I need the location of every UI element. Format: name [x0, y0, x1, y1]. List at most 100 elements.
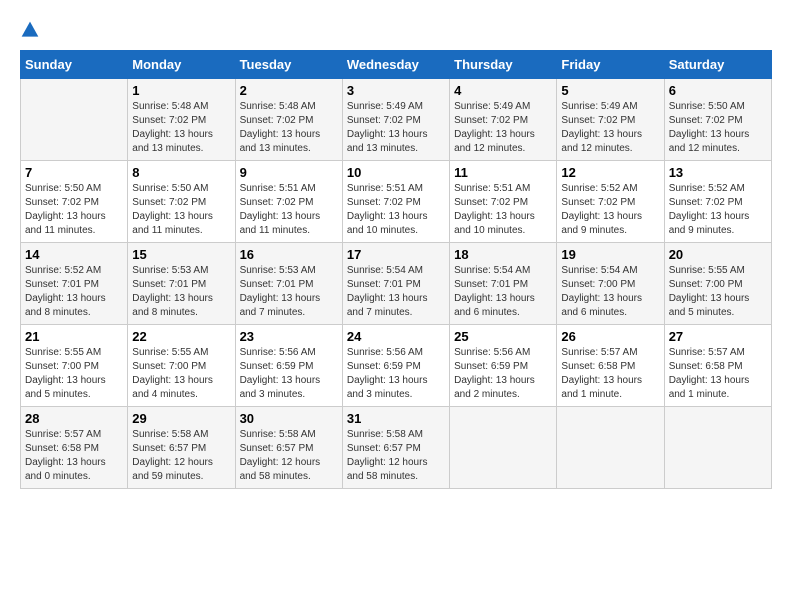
calendar-cell: 29 Sunrise: 5:58 AM Sunset: 6:57 PM Dayli… [128, 407, 235, 489]
day-info: Sunrise: 5:53 AM Sunset: 7:01 PM Dayligh… [132, 264, 230, 320]
day-info: Sunrise: 5:57 AM Sunset: 6:58 PM Dayligh… [669, 346, 767, 402]
day-number: 12 [561, 165, 659, 180]
day-info: Sunrise: 5:48 AM Sunset: 7:02 PM Dayligh… [240, 100, 338, 156]
day-info: Sunrise: 5:54 AM Sunset: 7:01 PM Dayligh… [454, 264, 552, 320]
day-header-wednesday: Wednesday [342, 51, 449, 79]
day-info: Sunrise: 5:49 AM Sunset: 7:02 PM Dayligh… [347, 100, 445, 156]
page-header [20, 20, 772, 40]
day-info: Sunrise: 5:56 AM Sunset: 6:59 PM Dayligh… [240, 346, 338, 402]
calendar-cell: 26 Sunrise: 5:57 AM Sunset: 6:58 PM Dayli… [557, 325, 664, 407]
day-info: Sunrise: 5:52 AM Sunset: 7:02 PM Dayligh… [669, 182, 767, 238]
day-number: 17 [347, 247, 445, 262]
calendar-cell: 6 Sunrise: 5:50 AM Sunset: 7:02 PM Daylig… [664, 79, 771, 161]
day-number: 28 [25, 411, 123, 426]
calendar-cell [450, 407, 557, 489]
calendar-cell: 4 Sunrise: 5:49 AM Sunset: 7:02 PM Daylig… [450, 79, 557, 161]
calendar-cell: 30 Sunrise: 5:58 AM Sunset: 6:57 PM Dayli… [235, 407, 342, 489]
calendar-cell: 8 Sunrise: 5:50 AM Sunset: 7:02 PM Daylig… [128, 161, 235, 243]
calendar-table: SundayMondayTuesdayWednesdayThursdayFrid… [20, 50, 772, 489]
calendar-cell: 9 Sunrise: 5:51 AM Sunset: 7:02 PM Daylig… [235, 161, 342, 243]
day-number: 25 [454, 329, 552, 344]
day-number: 19 [561, 247, 659, 262]
calendar-week-row: 1 Sunrise: 5:48 AM Sunset: 7:02 PM Daylig… [21, 79, 772, 161]
day-info: Sunrise: 5:55 AM Sunset: 7:00 PM Dayligh… [25, 346, 123, 402]
calendar-cell: 23 Sunrise: 5:56 AM Sunset: 6:59 PM Dayli… [235, 325, 342, 407]
calendar-cell: 21 Sunrise: 5:55 AM Sunset: 7:00 PM Dayli… [21, 325, 128, 407]
day-number: 3 [347, 83, 445, 98]
calendar-cell: 1 Sunrise: 5:48 AM Sunset: 7:02 PM Daylig… [128, 79, 235, 161]
calendar-cell [557, 407, 664, 489]
day-info: Sunrise: 5:55 AM Sunset: 7:00 PM Dayligh… [669, 264, 767, 320]
calendar-cell: 28 Sunrise: 5:57 AM Sunset: 6:58 PM Dayli… [21, 407, 128, 489]
day-number: 30 [240, 411, 338, 426]
calendar-cell: 17 Sunrise: 5:54 AM Sunset: 7:01 PM Dayli… [342, 243, 449, 325]
day-number: 26 [561, 329, 659, 344]
calendar-cell: 25 Sunrise: 5:56 AM Sunset: 6:59 PM Dayli… [450, 325, 557, 407]
day-number: 22 [132, 329, 230, 344]
calendar-cell: 15 Sunrise: 5:53 AM Sunset: 7:01 PM Dayli… [128, 243, 235, 325]
calendar-cell: 16 Sunrise: 5:53 AM Sunset: 7:01 PM Dayli… [235, 243, 342, 325]
day-header-monday: Monday [128, 51, 235, 79]
calendar-cell: 13 Sunrise: 5:52 AM Sunset: 7:02 PM Dayli… [664, 161, 771, 243]
day-info: Sunrise: 5:55 AM Sunset: 7:00 PM Dayligh… [132, 346, 230, 402]
day-info: Sunrise: 5:52 AM Sunset: 7:01 PM Dayligh… [25, 264, 123, 320]
logo [20, 20, 48, 40]
day-number: 18 [454, 247, 552, 262]
day-info: Sunrise: 5:58 AM Sunset: 6:57 PM Dayligh… [132, 428, 230, 484]
day-number: 9 [240, 165, 338, 180]
calendar-cell [664, 407, 771, 489]
day-info: Sunrise: 5:49 AM Sunset: 7:02 PM Dayligh… [561, 100, 659, 156]
day-info: Sunrise: 5:53 AM Sunset: 7:01 PM Dayligh… [240, 264, 338, 320]
day-number: 21 [25, 329, 123, 344]
day-info: Sunrise: 5:57 AM Sunset: 6:58 PM Dayligh… [561, 346, 659, 402]
day-number: 4 [454, 83, 552, 98]
day-header-thursday: Thursday [450, 51, 557, 79]
day-info: Sunrise: 5:58 AM Sunset: 6:57 PM Dayligh… [240, 428, 338, 484]
day-number: 2 [240, 83, 338, 98]
calendar-cell [21, 79, 128, 161]
calendar-week-row: 28 Sunrise: 5:57 AM Sunset: 6:58 PM Dayli… [21, 407, 772, 489]
day-info: Sunrise: 5:51 AM Sunset: 7:02 PM Dayligh… [454, 182, 552, 238]
calendar-cell: 27Sunrise: 5:57 AM Sunset: 6:58 PM Dayli… [664, 325, 771, 407]
day-info: Sunrise: 5:49 AM Sunset: 7:02 PM Dayligh… [454, 100, 552, 156]
day-number: 29 [132, 411, 230, 426]
day-number: 1 [132, 83, 230, 98]
day-info: Sunrise: 5:51 AM Sunset: 7:02 PM Dayligh… [347, 182, 445, 238]
calendar-cell: 10 Sunrise: 5:51 AM Sunset: 7:02 PM Dayli… [342, 161, 449, 243]
day-info: Sunrise: 5:50 AM Sunset: 7:02 PM Dayligh… [132, 182, 230, 238]
calendar-header-row: SundayMondayTuesdayWednesdayThursdayFrid… [21, 51, 772, 79]
calendar-week-row: 14Sunrise: 5:52 AM Sunset: 7:01 PM Dayli… [21, 243, 772, 325]
day-info: Sunrise: 5:54 AM Sunset: 7:01 PM Dayligh… [347, 264, 445, 320]
calendar-cell: 3 Sunrise: 5:49 AM Sunset: 7:02 PM Daylig… [342, 79, 449, 161]
day-info: Sunrise: 5:57 AM Sunset: 6:58 PM Dayligh… [25, 428, 123, 484]
day-number: 15 [132, 247, 230, 262]
calendar-cell: 14Sunrise: 5:52 AM Sunset: 7:01 PM Dayli… [21, 243, 128, 325]
day-info: Sunrise: 5:56 AM Sunset: 6:59 PM Dayligh… [454, 346, 552, 402]
day-number: 8 [132, 165, 230, 180]
day-number: 13 [669, 165, 767, 180]
calendar-week-row: 21 Sunrise: 5:55 AM Sunset: 7:00 PM Dayli… [21, 325, 772, 407]
day-number: 5 [561, 83, 659, 98]
day-info: Sunrise: 5:48 AM Sunset: 7:02 PM Dayligh… [132, 100, 230, 156]
day-info: Sunrise: 5:54 AM Sunset: 7:00 PM Dayligh… [561, 264, 659, 320]
day-info: Sunrise: 5:51 AM Sunset: 7:02 PM Dayligh… [240, 182, 338, 238]
day-number: 24 [347, 329, 445, 344]
calendar-cell: 20 Sunrise: 5:55 AM Sunset: 7:00 PM Dayli… [664, 243, 771, 325]
day-number: 6 [669, 83, 767, 98]
calendar-cell: 18 Sunrise: 5:54 AM Sunset: 7:01 PM Dayli… [450, 243, 557, 325]
calendar-cell: 24Sunrise: 5:56 AM Sunset: 6:59 PM Dayli… [342, 325, 449, 407]
day-number: 23 [240, 329, 338, 344]
day-info: Sunrise: 5:52 AM Sunset: 7:02 PM Dayligh… [561, 182, 659, 238]
day-header-friday: Friday [557, 51, 664, 79]
day-number: 11 [454, 165, 552, 180]
calendar-cell: 11 Sunrise: 5:51 AM Sunset: 7:02 PM Dayli… [450, 161, 557, 243]
day-number: 7 [25, 165, 123, 180]
day-info: Sunrise: 5:50 AM Sunset: 7:02 PM Dayligh… [669, 100, 767, 156]
day-number: 16 [240, 247, 338, 262]
day-number: 20 [669, 247, 767, 262]
calendar-cell: 7Sunrise: 5:50 AM Sunset: 7:02 PM Daylig… [21, 161, 128, 243]
logo-icon [20, 20, 40, 40]
day-info: Sunrise: 5:58 AM Sunset: 6:57 PM Dayligh… [347, 428, 445, 484]
day-number: 10 [347, 165, 445, 180]
day-header-saturday: Saturday [664, 51, 771, 79]
